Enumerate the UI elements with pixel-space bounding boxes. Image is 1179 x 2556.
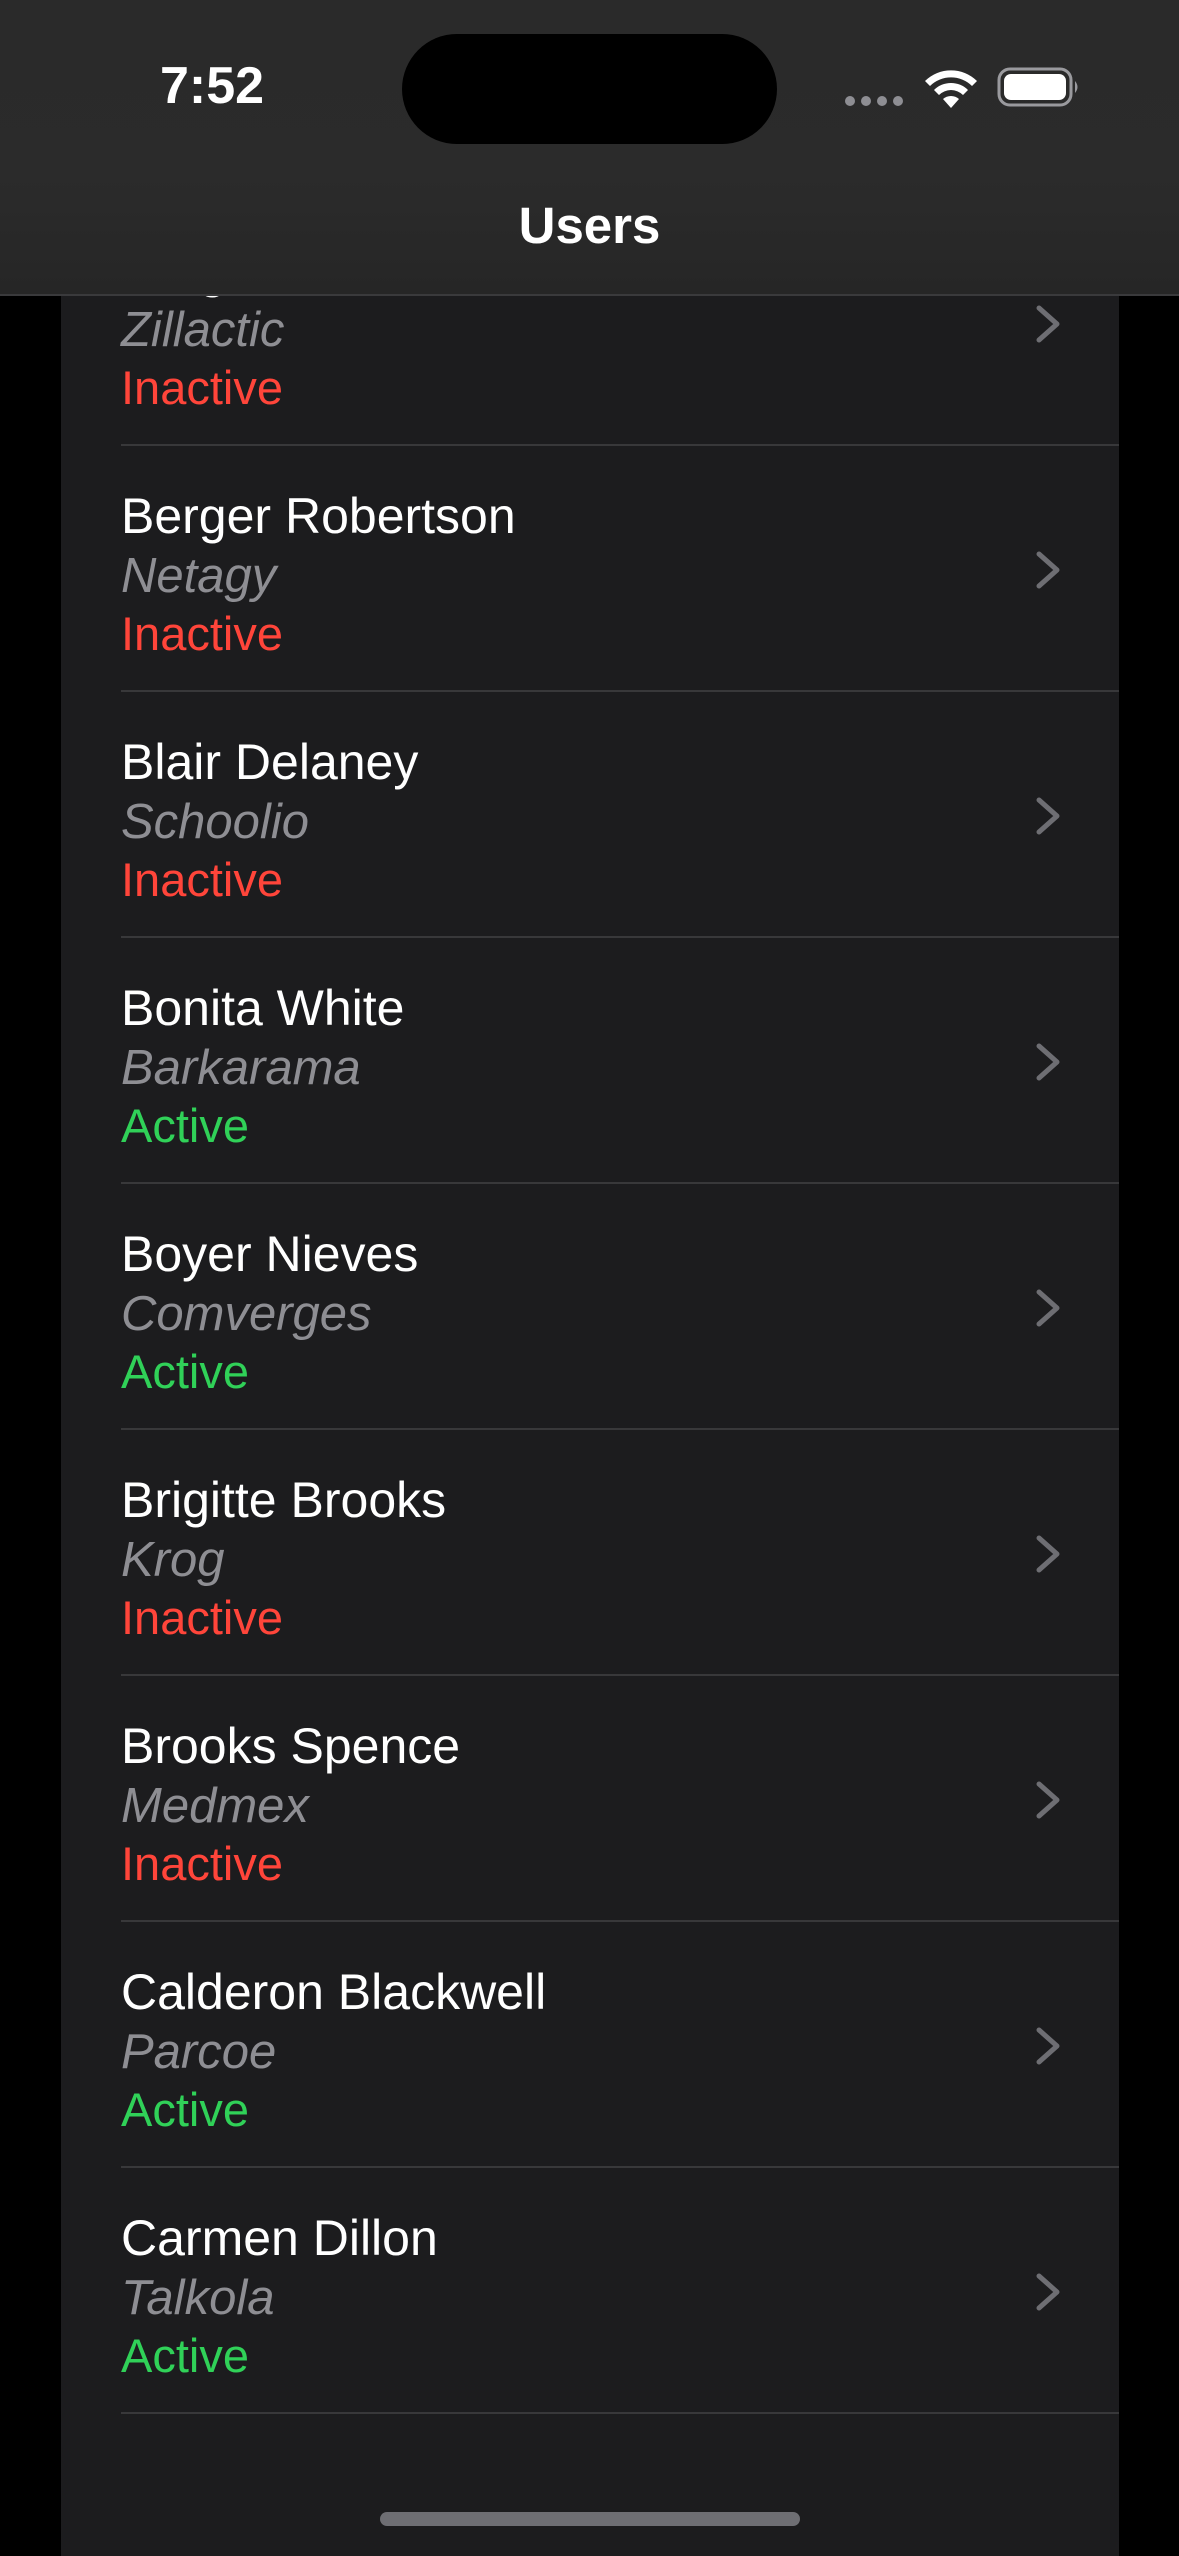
page-title: Users (518, 197, 661, 254)
wifi-icon (923, 68, 979, 110)
users-list-rows: RodeoceanInactiveBerg DonovanZillacticIn… (61, 0, 1119, 2414)
chevron-right-icon (1031, 1286, 1067, 1330)
user-company: Medmex (121, 1779, 309, 1833)
user-row[interactable]: Bonita White Barkarama Active (61, 938, 1119, 1184)
user-company: Schoolio (121, 795, 309, 849)
chevron-right-icon (1031, 794, 1067, 838)
user-name: Boyer Nieves (121, 1226, 419, 1282)
battery-icon (997, 66, 1081, 108)
user-row[interactable]: Blair Delaney Schoolio Inactive (61, 692, 1119, 938)
chevron-right-icon (1031, 2270, 1067, 2314)
user-company: Krog (121, 1533, 225, 1587)
user-status: Inactive (121, 1591, 283, 1644)
user-company: Talkola (121, 2271, 275, 2325)
chevron-right-icon (1031, 1040, 1067, 1084)
user-status: Inactive (121, 1837, 283, 1890)
user-row[interactable]: Boyer Nieves Comverges Active (61, 1184, 1119, 1430)
user-company: Parcoe (121, 2025, 277, 2079)
user-row[interactable]: Calderon Blackwell Parcoe Active (61, 1922, 1119, 2168)
chevron-right-icon (1031, 548, 1067, 592)
user-name: Blair Delaney (121, 734, 419, 790)
chevron-right-icon (1031, 2024, 1067, 2068)
status-time: 7:52 (160, 57, 265, 115)
user-status: Active (121, 1345, 249, 1398)
user-status: Active (121, 2083, 249, 2136)
user-name: Brigitte Brooks (121, 1472, 447, 1528)
home-indicator[interactable] (380, 2512, 800, 2526)
user-name: Brooks Spence (121, 1718, 461, 1774)
user-status: Inactive (121, 607, 283, 660)
user-company: Barkarama (121, 1041, 361, 1095)
user-row[interactable]: Berger Robertson Netagy Inactive (61, 446, 1119, 692)
user-status: Active (121, 1099, 249, 1152)
user-name: Berger Robertson (121, 488, 516, 544)
user-status: Active (121, 2329, 249, 2382)
user-row[interactable]: Brooks Spence Medmex Inactive (61, 1676, 1119, 1922)
users-list[interactable]: RodeoceanInactiveBerg DonovanZillacticIn… (61, 0, 1119, 2556)
user-name: Carmen Dillon (121, 2210, 438, 2266)
user-company: Zillactic (121, 303, 285, 357)
chevron-right-icon (1031, 1532, 1067, 1576)
navigation-header: 7:52 Users (0, 0, 1179, 296)
user-status: Inactive (121, 853, 283, 906)
dynamic-island (402, 34, 777, 144)
user-company: Netagy (121, 549, 277, 603)
user-row[interactable]: Carmen Dillon Talkola Active (61, 2168, 1119, 2414)
user-status: Inactive (121, 361, 283, 414)
chevron-right-icon (1031, 1778, 1067, 1822)
user-row[interactable]: Brigitte Brooks Krog Inactive (61, 1430, 1119, 1676)
screen: RodeoceanInactiveBerg DonovanZillacticIn… (0, 0, 1179, 2556)
user-company: Comverges (121, 1287, 372, 1341)
row-divider (121, 2412, 1119, 2414)
user-name: Calderon Blackwell (121, 1964, 547, 2020)
chevron-right-icon (1031, 302, 1067, 346)
cellular-signal-icon (845, 96, 905, 106)
user-name: Bonita White (121, 980, 405, 1036)
